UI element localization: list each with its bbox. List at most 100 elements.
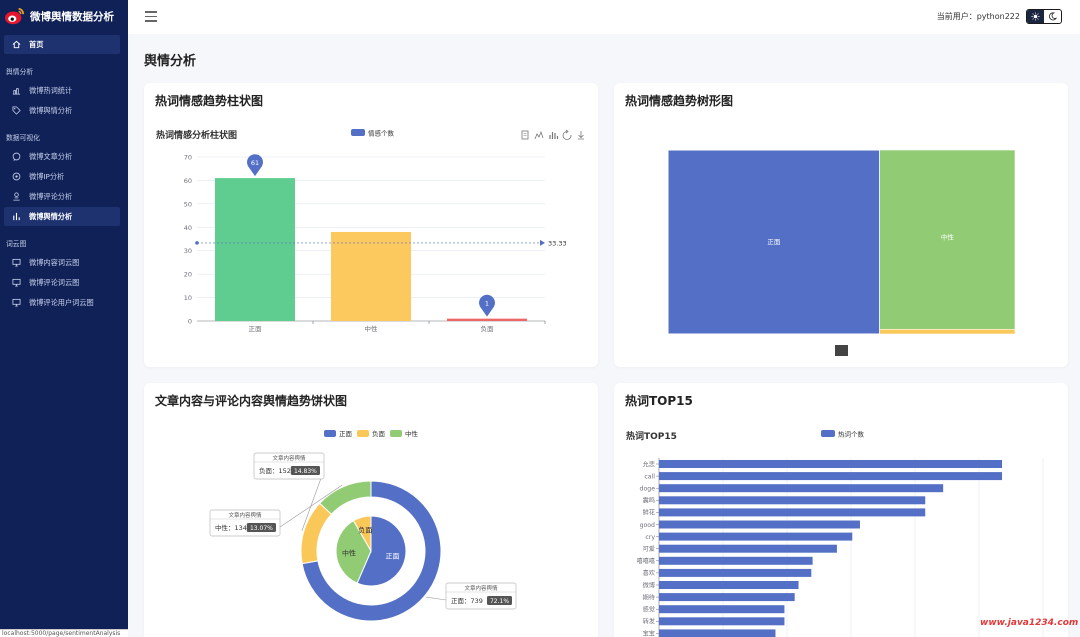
legend-label[interactable]: 情感个数 — [368, 129, 395, 138]
top15-bar-chart: 热词TOP15 热词个数 允悲 call doge 震鸣鲜花 good cry 可爱嘻嘻嘻喜… — [626, 430, 1044, 637]
y-tick-label: 宝宝 — [643, 630, 655, 637]
y-tick-label: 10 — [184, 294, 192, 302]
y-tick-label: 喜欢 — [643, 569, 655, 577]
chart-icon — [12, 88, 21, 95]
mark-point-正面[interactable]: 61 — [247, 154, 263, 177]
sun-icon[interactable] — [1027, 10, 1044, 23]
sidebar-item-sentiment-visual[interactable]: 微博舆情分析 — [4, 207, 120, 226]
bar-震鸣[interactable] — [659, 496, 926, 505]
inner-slice-label: 中性 — [342, 548, 356, 557]
bar-可爱[interactable] — [659, 544, 837, 553]
bar-宝宝[interactable] — [659, 629, 776, 637]
bar-cry[interactable] — [659, 532, 853, 541]
y-tick-label: 30 — [184, 247, 192, 255]
y-tick-label: 允悲 — [643, 460, 655, 468]
bar-期待[interactable] — [659, 593, 795, 602]
sidebar-item-article-analysis[interactable]: 微博文章分析 — [4, 147, 120, 166]
app-title: 微博舆情数据分析 — [30, 10, 114, 23]
y-tick-label: 鲜花 — [643, 509, 655, 517]
topbar: 当前用户：python222 — [128, 0, 1080, 34]
sidebar-item-label: 首页 — [29, 39, 44, 49]
tooltip-title: 文章内容舆情 — [464, 584, 498, 592]
sidebar-item-sentiment-analysis[interactable]: 微博舆情分析 — [4, 101, 120, 120]
sidebar-item-ip-analysis[interactable]: 微博IP分析 — [4, 167, 120, 186]
bar-正面[interactable] — [214, 178, 296, 321]
data-view-icon[interactable] — [521, 130, 529, 140]
home-icon — [12, 40, 21, 49]
sidebar-item-comment-wordcloud[interactable]: 微博评论词云图 — [4, 273, 120, 292]
bar-call[interactable] — [659, 472, 1003, 481]
bar-负面[interactable] — [446, 318, 528, 321]
top15-card: 热词TOP15 热词TOP15 热词个数 允悲 call doge 震鸣 鲜花 good c… — [614, 383, 1068, 637]
chart-title: 热词情感分析柱状图 — [156, 129, 237, 141]
sidebar-item-home[interactable]: 首页 — [4, 35, 120, 54]
tooltip-title: 文章内容舆情 — [228, 511, 262, 519]
bar-good[interactable] — [659, 520, 860, 529]
x-tick-label: 正面 — [249, 325, 263, 333]
bar-微博[interactable] — [659, 581, 799, 589]
bar-chart-card: 热词情感趋势柱状图 热词情感分析柱状图 情感个数 0 10 20 30 40 50 60 70… — [144, 83, 598, 367]
y-tick-label: 嘻嘻嘻 — [636, 557, 655, 565]
bar-中性[interactable] — [330, 231, 412, 321]
bar-chart-icon[interactable] — [549, 132, 559, 139]
sidebar-item-comment-analysis[interactable]: 微博评论分析 — [4, 187, 120, 206]
sentiment-pie-chart: 正面 负面 中性 正面中性负面 文章内容舆情正面：739 72.1%文章内容舆情负面：… — [209, 429, 517, 622]
sidebar-item-hotword-stats[interactable]: 微博热词统计 — [4, 81, 120, 100]
legend-swatch[interactable] — [821, 430, 835, 437]
legend-swatch[interactable] — [390, 430, 402, 437]
download-icon[interactable] — [578, 131, 584, 140]
outer-slice-负面[interactable] — [300, 502, 333, 565]
treemap-breadcrumb[interactable] — [835, 345, 848, 356]
pie-chart-card: 文章内容与评论内容舆情趋势饼状图 正面 负面 中性 正面 中性 负面 文章内容舆情 正面：… — [144, 383, 598, 637]
y-tick-label: 60 — [184, 177, 192, 185]
moon-icon[interactable] — [1044, 10, 1061, 23]
outer-slice-中性[interactable] — [319, 480, 372, 515]
treemap-node-负面[interactable] — [879, 328, 1016, 335]
legend-label[interactable]: 中性 — [405, 429, 419, 438]
mark-point-负面[interactable]: 1 — [479, 294, 495, 317]
legend-swatch[interactable] — [351, 129, 365, 136]
y-tick-label: call — [644, 473, 655, 480]
sidebar-item-label: 微博评论用户词云图 — [29, 297, 94, 307]
line-chart-icon[interactable] — [534, 130, 544, 140]
legend-label[interactable]: 正面 — [339, 430, 353, 438]
sidebar-item-user-wordcloud[interactable]: 微博评论用户词云图 — [4, 293, 120, 312]
y-tick-label: 可爱 — [643, 545, 655, 553]
bar-允悲[interactable] — [659, 460, 1003, 468]
legend-label[interactable]: 热词个数 — [838, 430, 865, 439]
weibo-logo-icon — [5, 7, 24, 25]
mark-point-label: 61 — [251, 159, 259, 167]
legend-swatch[interactable] — [324, 430, 336, 437]
watermark: www.java1234.com — [980, 618, 1079, 628]
legend-swatch[interactable] — [357, 430, 369, 437]
monitor-icon — [12, 258, 21, 267]
menu-toggle-icon[interactable] — [145, 11, 157, 22]
x-tick-label: 中性 — [365, 324, 379, 333]
bar-喜欢[interactable] — [659, 568, 812, 577]
sidebar-item-label: 微博IP分析 — [29, 171, 65, 181]
x-tick-label: 负面 — [481, 324, 495, 333]
sidebar-item-content-wordcloud[interactable]: 微博内容词云图 — [4, 253, 120, 272]
sidebar: 微博舆情数据分析 首页 舆情分析 微博热词统计 微博舆情分析 数据可视化 微博文… — [0, 0, 128, 637]
bar-sort-icon — [13, 212, 20, 221]
user-icon — [13, 192, 20, 201]
chart-toolbox — [521, 129, 584, 140]
bar-转发[interactable] — [659, 617, 785, 626]
y-tick-label: 20 — [184, 271, 192, 279]
inner-slice-label: 负面 — [358, 526, 372, 535]
brand[interactable]: 微博舆情数据分析 — [0, 0, 128, 32]
bar-嘻嘻嘻[interactable] — [659, 556, 813, 565]
y-tick-label: 40 — [184, 224, 192, 232]
bar-doge[interactable] — [659, 484, 944, 493]
theme-toggle[interactable] — [1026, 9, 1062, 24]
sidebar-item-label: 微博评论分析 — [29, 191, 73, 201]
restore-icon[interactable] — [562, 129, 572, 140]
legend-label[interactable]: 负面 — [372, 429, 386, 438]
page-title: 舆情分析 — [144, 54, 197, 69]
average-line-start — [195, 241, 199, 245]
monitor-icon — [12, 298, 21, 307]
message-icon — [12, 152, 21, 161]
bar-鲜花[interactable] — [659, 508, 926, 517]
bar-感觉[interactable] — [659, 605, 785, 614]
tooltip-percent: 14.83% — [294, 468, 317, 475]
